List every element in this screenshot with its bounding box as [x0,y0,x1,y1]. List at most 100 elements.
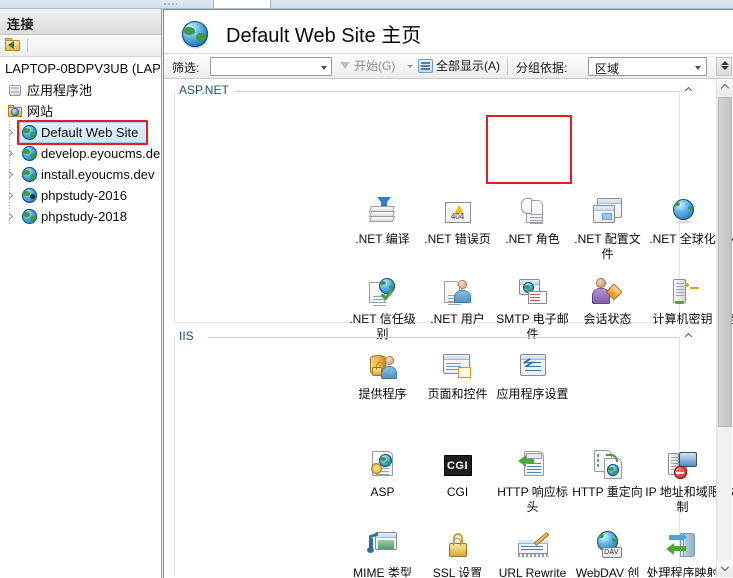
connections-tree[interactable]: LAPTOP-0BDPV3UB (LAPTO 应用程序池 网站 [0,57,161,576]
scroll-up-button[interactable] [717,79,733,95]
net-trust-levels-icon [345,272,420,310]
connections-pane-header: 连接 [0,9,161,35]
tree-root-node[interactable]: LAPTOP-0BDPV3UB (LAPTO [0,60,161,80]
chevron-down-icon[interactable] [695,66,701,70]
toolbar-divider [507,58,508,75]
sidebar-item-default-web-site[interactable]: Default Web Site [0,120,161,145]
sidebar-item-phpstudy-2016[interactable]: phpstudy-2016 [0,185,161,206]
filter-label: 筛选: [172,61,200,75]
sites-folder-icon [8,104,23,119]
tree-expander[interactable] [5,191,15,201]
feature-label: 会话状态 [583,312,632,326]
feature-url-rewrite[interactable]: URL Rewrite [495,526,570,577]
pane-grip-dots[interactable] [163,2,177,6]
feature-label: .NET 配置文件 [574,232,641,261]
app-pools-icon [8,83,23,98]
feature-net-roles[interactable]: .NET 角色 [495,192,570,247]
http-redirect-icon [570,445,645,483]
feature-net-users[interactable]: .NET 用户 [420,272,495,327]
chevron-down-icon[interactable] [321,66,327,70]
feature-cgi[interactable]: CGI CGI [420,445,495,500]
show-all-icon[interactable] [418,59,433,73]
connect-folder-icon[interactable] [5,38,21,53]
sidebar-item-label: Default Web Site [41,125,139,140]
providers-icon [345,347,420,385]
tree-expander[interactable] [5,212,15,222]
sidebar-item-label: develop.eyoucms.de [41,146,161,161]
connections-title: 连接 [7,17,35,32]
session-state-icon [570,272,645,310]
feature-pages-and-controls[interactable]: 页面和控件 [420,347,495,402]
feature-label: .NET 角色 [505,232,560,246]
sidebar-item-install-eyoucms[interactable]: install.eyoucms.dev [0,164,161,185]
window-tab-nub[interactable] [213,0,271,8]
feature-application-settings[interactable]: 应用程序设置 [495,347,570,402]
handler-mappings-icon [645,526,720,564]
webdav-authoring-rules-icon: DAV [570,526,645,564]
net-error-pages-icon: 404 [420,192,495,230]
feature-net-profile[interactable]: .NET 配置文件 [570,192,645,262]
scroll-split-grip[interactable] [716,57,732,76]
sidebar-item-label: 网站 [27,104,54,119]
mime-types-icon [345,526,420,564]
feature-handler-mappings[interactable]: 处理程序映射 [645,526,720,577]
net-users-icon [420,272,495,310]
feature-label: WebDAV 创作规则 [575,566,640,577]
feature-label: SSL 设置 [432,566,483,577]
group-aspnet: ASP.NET [174,83,693,99]
tree-expander[interactable] [5,128,15,138]
feature-view-scrollbar[interactable] [716,79,733,577]
feature-label: HTTP 重定向 [572,485,643,499]
feature-label: 页面和控件 [427,387,488,401]
chevron-up-icon[interactable] [684,86,694,95]
feature-machine-key[interactable]: 计算机密钥 [645,272,720,327]
cgi-icon: CGI [420,445,495,483]
feature-asp[interactable]: ASP [345,445,420,500]
scrollbar-thumb[interactable] [718,97,732,427]
application-settings-icon [495,347,570,385]
feature-session-state[interactable]: 会话状态 [570,272,645,327]
feature-net-globalization[interactable]: .NET 全球化 [645,192,720,247]
sidebar-item-app-pools[interactable]: 应用程序池 [0,80,161,101]
tree-root-label: LAPTOP-0BDPV3UB (LAPTO [5,61,161,76]
feature-label: 提供程序 [358,387,407,401]
group-title: IIS [179,329,199,343]
feature-mime-types[interactable]: MIME 类型 [345,526,420,577]
scroll-down-button[interactable] [717,561,733,577]
feature-http-response-headers[interactable]: HTTP 响应标头 [495,445,570,515]
start-filter-button[interactable]: 开始(G) [354,57,395,76]
feature-http-redirect[interactable]: HTTP 重定向 [570,445,645,500]
iis-manager-window: 连接 LAPTOP-0BDPV3UB (LAPTO 应用程序池 [0,0,733,578]
tree-expander[interactable] [5,170,15,180]
http-response-headers-icon [495,445,570,483]
feature-net-error-pages[interactable]: 404 .NET 错误页 [420,192,495,247]
site-globe-icon [22,146,37,161]
site-globe-stopped-icon [22,188,37,203]
group-by-label: 分组依据: [516,61,568,75]
site-globe-icon [22,209,37,224]
feature-providers[interactable]: 提供程序 [345,347,420,402]
filter-input[interactable] [210,57,332,76]
group-by-value: 区域 [595,62,620,76]
connections-pane: 连接 LAPTOP-0BDPV3UB (LAPTO 应用程序池 [0,9,162,578]
feature-label: 处理程序映射 [646,566,719,577]
group-by-select[interactable]: 区域 [588,57,707,76]
feature-net-compilation[interactable]: .NET 编译 [345,192,420,247]
feature-webdav-authoring-rules[interactable]: DAV WebDAV 创作规则 [570,526,645,577]
sidebar-item-sites[interactable]: 网站 [0,101,161,122]
feature-grid: ASP.NET .NET 编译 404 .NET 错误页 .NET 角色 .NE… [164,79,733,577]
show-all-button[interactable]: 全部显示(A) [436,57,500,76]
feature-label: .NET 编译 [355,232,410,246]
feature-ip-address-domain-restrictions[interactable]: IP 地址和域限制 [645,445,720,515]
pages-and-controls-icon [420,347,495,385]
machine-key-icon [645,272,720,310]
chevron-down-icon[interactable] [407,65,413,68]
sidebar-item-develop-eyoucms[interactable]: develop.eyoucms.de [0,143,161,164]
sidebar-item-phpstudy-2018[interactable]: phpstudy-2018 [0,206,161,227]
feature-label: CGI [446,485,469,499]
tree-expander[interactable] [5,149,15,159]
feature-label: HTTP 响应标头 [497,485,568,514]
group-header-aspnet: ASP.NET [174,83,693,99]
feature-ssl-settings[interactable]: SSL 设置 [420,526,495,577]
chevron-up-icon[interactable] [684,332,694,341]
